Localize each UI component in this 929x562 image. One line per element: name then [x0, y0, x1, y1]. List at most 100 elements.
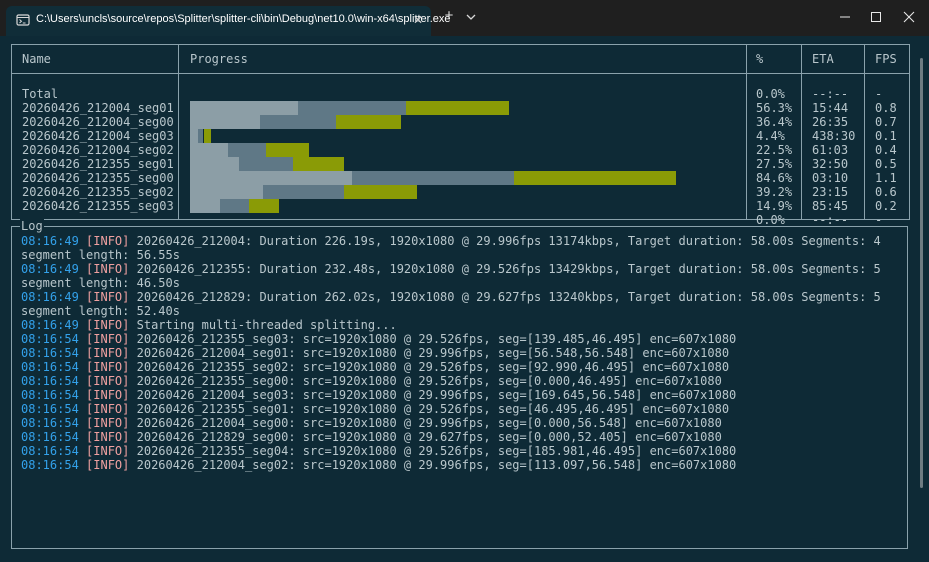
log-level: [INFO] [86, 318, 130, 332]
log-timestamp: 08:16:49 [21, 290, 79, 304]
row-name: 20260426_212355_seg00 [22, 171, 174, 185]
log-timestamp: 08:16:54 [21, 332, 79, 346]
progress-segment-encoded [260, 115, 336, 129]
log-line: 08:16:54 [INFO] 20260426_212004_seg00: s… [21, 416, 722, 430]
progress-segment-current [292, 157, 344, 171]
log-level: [INFO] [86, 430, 130, 444]
log-line: 08:16:54 [INFO] 20260426_212829_seg00: s… [21, 430, 722, 444]
row-name: Total [22, 87, 59, 101]
log-message: 20260426_212355_seg00: src=1920x1080 @ 2… [136, 374, 722, 388]
progress-bar [190, 87, 730, 101]
row-fps: 0.1 [875, 129, 897, 143]
new-tab-button[interactable]: + [440, 7, 458, 25]
log-timestamp: 08:16:49 [21, 262, 79, 276]
close-tab-button[interactable]: ✕ [413, 13, 423, 27]
minimize-icon[interactable] [834, 8, 856, 26]
log-timestamp: 08:16:54 [21, 360, 79, 374]
progress-segment-current [265, 143, 309, 157]
column-divider [864, 45, 865, 219]
row-eta: 03:10 [812, 171, 849, 185]
progress-segment-done [190, 101, 298, 115]
progress-segment-done [190, 157, 239, 171]
progress-segment-current [343, 185, 417, 199]
progress-segment-done [190, 185, 263, 199]
column-divider [178, 45, 179, 219]
tab-splitter[interactable]: C:\Users\uncls\source\repos\Splitter\spl… [6, 6, 451, 36]
row-name: 20260426_212004_seg00 [22, 115, 174, 129]
terminal-pane[interactable]: Name Progress % ETA FPS Total 0.0% --:-- - 2… [0, 36, 929, 562]
row-fps: 0.5 [875, 157, 897, 171]
row-percent: 14.9% [756, 199, 793, 213]
row-eta: 61:03 [812, 143, 849, 157]
log-line: 08:16:54 [INFO] 20260426_212004_seg03: s… [21, 388, 736, 402]
progress-segment-encoded [262, 185, 344, 199]
log-message: 20260426_212355: Duration 232.48s, 1920x… [136, 262, 881, 276]
tab-title: C:\Users\uncls\source\repos\Splitter\spl… [36, 13, 451, 25]
row-percent: 36.4% [756, 115, 793, 129]
log-level: [INFO] [86, 346, 130, 360]
row-fps: 0.6 [875, 185, 897, 199]
row-name: 20260426_212355_seg02 [22, 185, 174, 199]
log-line: segment length: 52.40s [21, 304, 180, 318]
log-timestamp: 08:16:54 [21, 346, 79, 360]
log-message: 20260426_212355_seg04: src=1920x1080 @ 2… [136, 444, 737, 458]
log-message: Starting multi-threaded splitting... [136, 318, 397, 332]
log-message: 20260426_212004_seg01: src=1920x1080 @ 2… [136, 346, 730, 360]
log-timestamp: 08:16:54 [21, 444, 79, 458]
row-eta: 26:35 [812, 115, 849, 129]
scrollbar[interactable] [920, 58, 923, 488]
log-level: [INFO] [86, 374, 130, 388]
log-line: 08:16:54 [INFO] 20260426_212355_seg01: s… [21, 402, 729, 416]
header-fps: FPS [875, 52, 897, 66]
progress-bar [190, 143, 730, 157]
progress-segment-current [514, 171, 676, 185]
log-timestamp: 08:16:54 [21, 402, 79, 416]
progress-segment-done [190, 171, 352, 185]
column-divider [746, 45, 747, 219]
row-fps: 1.1 [875, 171, 897, 185]
log-level: [INFO] [86, 290, 130, 304]
progress-segment-encoded [352, 171, 514, 185]
progress-segment-encoded [298, 101, 406, 115]
log-message: 20260426_212829: Duration 262.02s, 1920x… [136, 290, 881, 304]
row-eta: 23:15 [812, 185, 849, 199]
chevron-down-icon[interactable] [462, 9, 480, 25]
log-panel: Log 08:16:49 [INFO] 20260426_212004: Dur… [11, 219, 908, 549]
progress-segment-encoded [219, 199, 250, 213]
maximize-icon[interactable] [865, 8, 887, 26]
log-message: 20260426_212004_seg02: src=1920x1080 @ 2… [136, 458, 737, 472]
row-percent: 27.5% [756, 157, 793, 171]
header-divider [12, 73, 909, 74]
row-name: 20260426_212004_seg02 [22, 143, 174, 157]
row-percent: 22.5% [756, 143, 793, 157]
progress-segment-encoded [238, 157, 293, 171]
progress-segment-current [335, 115, 401, 129]
log-level: [INFO] [86, 416, 130, 430]
row-percent: 84.6% [756, 171, 793, 185]
column-divider [801, 45, 802, 219]
row-fps: 0.4 [875, 143, 897, 157]
row-fps: 0.8 [875, 101, 897, 115]
progress-segment-done [190, 199, 220, 213]
progress-bar [190, 115, 730, 129]
log-line: 08:16:54 [INFO] 20260426_212004_seg02: s… [21, 458, 736, 472]
header-progress: Progress [190, 52, 248, 66]
log-level: [INFO] [86, 262, 130, 276]
row-eta: 438:30 [812, 129, 856, 143]
log-line: segment length: 56.55s [21, 248, 180, 262]
log-level: [INFO] [86, 332, 130, 346]
row-fps: - [875, 87, 883, 101]
progress-bar [190, 199, 730, 213]
close-icon[interactable] [898, 8, 920, 26]
row-name: 20260426_212355_seg01 [22, 157, 174, 171]
log-level: [INFO] [86, 458, 130, 472]
log-line: 08:16:54 [INFO] 20260426_212355_seg02: s… [21, 360, 729, 374]
log-timestamp: 08:16:49 [21, 234, 79, 248]
row-eta: 85:45 [812, 199, 849, 213]
progress-bar [190, 185, 730, 199]
log-message: segment length: 46.50s [21, 276, 180, 290]
progress-bar [190, 213, 730, 227]
log-level: [INFO] [86, 234, 130, 248]
row-eta: 32:50 [812, 157, 849, 171]
row-percent: 4.4% [756, 129, 785, 143]
